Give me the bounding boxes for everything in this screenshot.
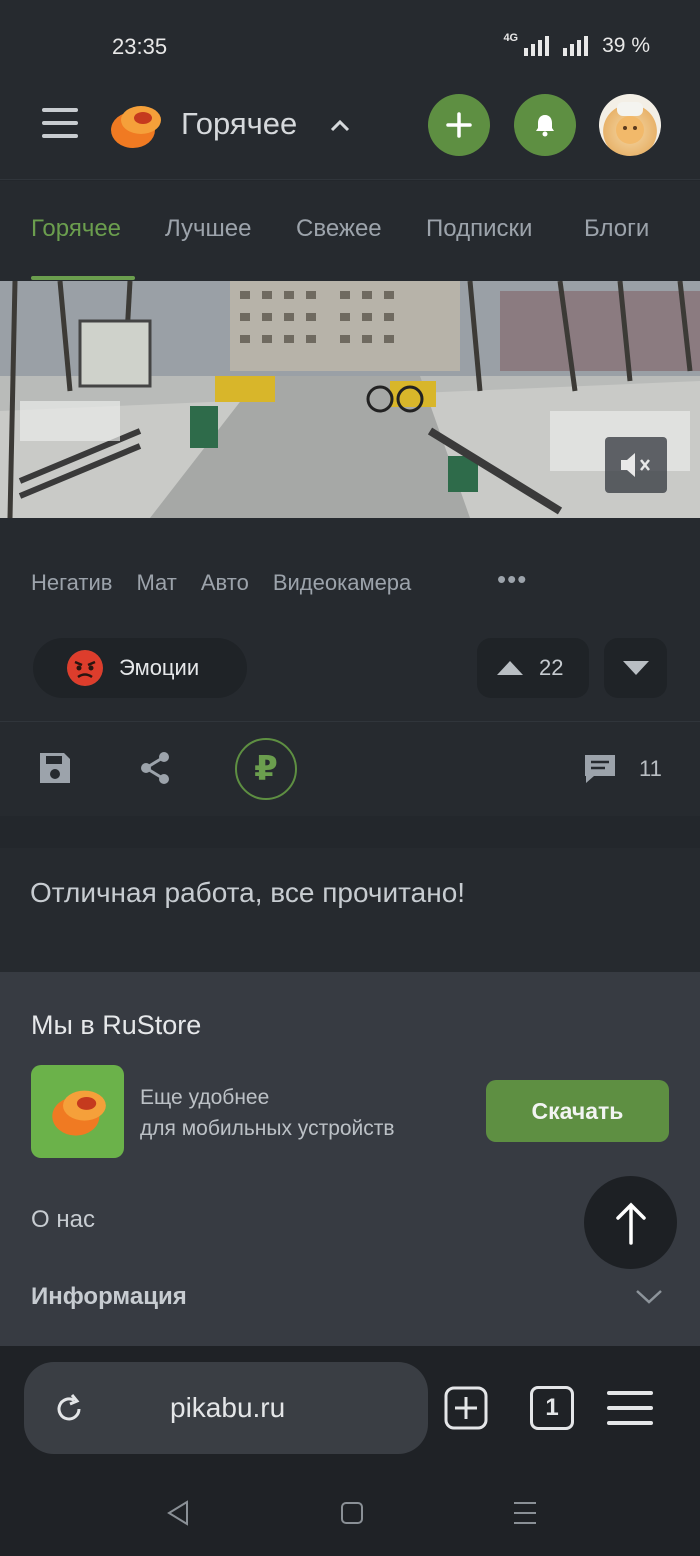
tabs-counter-button[interactable]: 1 [530,1386,574,1430]
comment-count[interactable]: 11 [639,756,662,782]
reload-icon[interactable] [52,1392,86,1426]
mute-button[interactable] [605,437,667,493]
speaker-muted-icon [621,453,650,477]
feed-end-message: Отличная работа, все прочитано! [30,877,466,908]
battery-level: 39 % [602,34,650,57]
video-frame-image [0,281,700,518]
browser-toolbar: pikabu.ru 1 [0,1346,700,1468]
pikabu-logo[interactable] [107,98,163,154]
community-chip[interactable]: Эмоции [33,638,247,698]
tab-fresh[interactable]: Свежее [296,215,382,243]
divider [0,721,700,722]
signal-icon [524,36,550,56]
site-footer: Мы в RuStore Еще удобнее для мобильных у… [0,972,700,1346]
share-icon[interactable] [137,750,173,786]
triangle-down-icon [622,661,649,675]
system-nav-bar [0,1468,700,1556]
status-indicators: 4G 39 % [503,32,650,58]
post-video[interactable] [0,281,700,518]
new-tab-icon[interactable] [444,1386,488,1430]
avatar[interactable] [599,94,661,156]
pikabu-logo [51,1090,106,1136]
add-post-button[interactable] [428,94,490,156]
post-tags: Негатив Мат Авто Видеокамера [31,570,411,596]
triangle-up-icon [497,661,523,675]
donate-button[interactable]: ₽ [235,738,297,800]
tab-hot[interactable]: Горячее [31,215,121,243]
angry-face-icon [67,650,103,686]
hamburger-icon[interactable] [42,108,78,142]
network-type: 4G [503,32,519,44]
url-text[interactable]: pikabu.ru [170,1392,285,1424]
avatar-image [616,102,644,144]
downvote-button[interactable] [604,638,667,698]
rating-count: 22 [539,655,564,680]
about-link[interactable]: О нас [31,1206,95,1234]
rustore-desc-line1: Еще удобнее [140,1086,270,1109]
comment-icon[interactable] [582,752,618,786]
rustore-desc-line2: для мобильных устройств [140,1117,395,1140]
chevron-down-icon[interactable] [634,1286,664,1306]
tag[interactable]: Мат [136,570,176,596]
download-button[interactable]: Скачать [486,1080,669,1142]
rustore-title: Мы в RuStore [31,1010,202,1040]
ruble-icon: ₽ [254,750,278,788]
feed-tabs: Горячее Лучшее Свежее Подписки Блоги [0,181,700,281]
status-bar: 23:35 4G 39 % [0,0,700,90]
app-header: Горячее [0,90,700,180]
tag[interactable]: Негатив [31,570,112,596]
post-card: Негатив Мат Авто Видеокамера ••• Эмоции … [0,518,700,816]
feed-title[interactable]: Горячее [181,106,297,142]
browser-menu-icon[interactable] [607,1391,653,1436]
tab-best[interactable]: Лучшее [165,215,251,243]
plus-icon [446,112,472,138]
save-icon[interactable] [37,750,73,786]
arrow-up-icon [615,1202,646,1245]
tab-subscriptions[interactable]: Подписки [426,215,532,243]
tag[interactable]: Авто [201,570,249,596]
signal-icon-2 [563,36,589,56]
address-bar[interactable]: pikabu.ru [24,1362,428,1454]
upvote-button[interactable]: 22 [477,638,589,698]
bell-icon [536,115,554,137]
rustore-app-icon [31,1065,124,1158]
back-icon[interactable] [166,1500,190,1526]
scroll-to-top-button[interactable] [584,1176,677,1269]
status-time: 23:35 [112,34,168,59]
chevron-up-icon[interactable] [328,114,352,138]
info-section-toggle[interactable]: Информация [31,1283,187,1311]
active-tab-indicator [31,276,135,280]
more-tags-button[interactable]: ••• [497,564,527,595]
recents-icon[interactable] [512,1500,538,1526]
tab-blogs[interactable]: Блоги [584,215,649,243]
community-name: Эмоции [119,655,200,680]
notifications-button[interactable] [514,94,576,156]
home-icon[interactable] [340,1501,364,1525]
feed-end-block: Отличная работа, все прочитано! [0,848,700,972]
rustore-description: Еще удобнее для мобильных устройств [140,1082,395,1144]
tag[interactable]: Видеокамера [273,570,411,596]
